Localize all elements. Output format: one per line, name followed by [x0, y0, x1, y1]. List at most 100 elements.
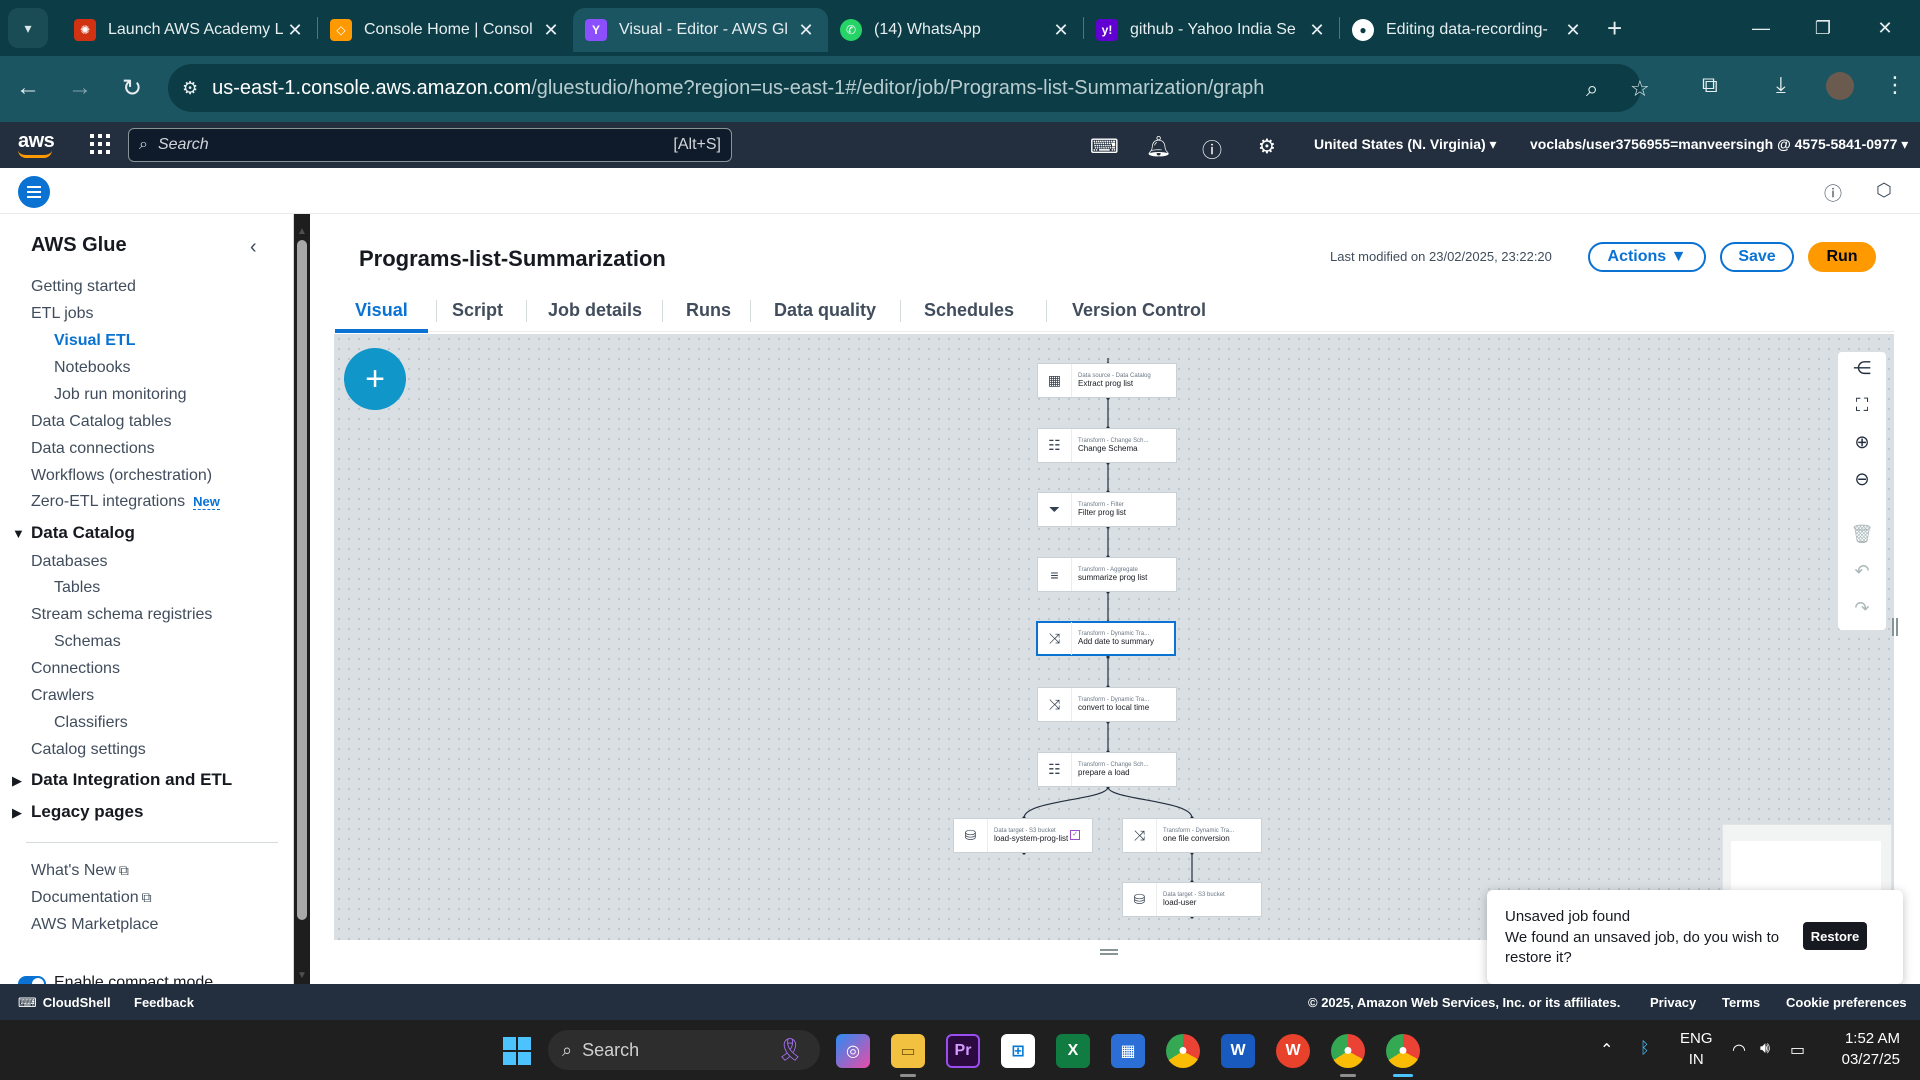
chevron-up-icon[interactable]: ⌃	[1600, 1040, 1613, 1060]
bookmark-star-icon[interactable]: ☆	[1630, 76, 1650, 102]
reload-icon[interactable]: ↻	[112, 68, 152, 108]
tab-job-details[interactable]: Job details	[548, 288, 642, 332]
sidebar-item-connections[interactable]: Connections	[31, 660, 120, 678]
wifi-icon[interactable]: ◠	[1732, 1040, 1746, 1060]
close-icon[interactable]: ✕	[285, 20, 305, 41]
panel-resize-handle[interactable]	[1100, 949, 1118, 955]
language-indicator[interactable]: ENG IN	[1680, 1028, 1713, 1070]
gear-icon[interactable]: ⚙	[1258, 134, 1276, 159]
scroll-up-icon[interactable]: ▲	[296, 226, 308, 237]
sidebar-item-notebooks[interactable]: Notebooks	[54, 359, 131, 377]
wps-icon[interactable]: W	[1276, 1034, 1310, 1068]
premiere-icon[interactable]: Pr	[946, 1034, 980, 1068]
windows-start-icon[interactable]	[500, 1034, 534, 1068]
collapse-chevron-icon[interactable]: ‹	[250, 236, 257, 259]
sidebar-item-visual-etl[interactable]: Visual ETL	[54, 332, 136, 350]
graph-node[interactable]: ⤨ Transform - Dynamic Tra... convert to l…	[1037, 687, 1177, 722]
sidebar-item-job-run-monitoring[interactable]: Job run monitoring	[54, 386, 187, 404]
sidebar-item-schemas[interactable]: Schemas	[54, 633, 121, 651]
sidebar-item-data-catalog-tables[interactable]: Data Catalog tables	[31, 413, 172, 431]
restore-window-icon[interactable]: ❐	[1792, 0, 1854, 56]
copilot-icon[interactable]: ◎	[836, 1034, 870, 1068]
graph-node[interactable]: ▦ Data source - Data Catalog Extract prog…	[1037, 363, 1177, 398]
graph-node[interactable]: ☷ Transform - Change Sch... prepare a loa…	[1037, 752, 1177, 787]
scrollbar-thumb[interactable]	[297, 240, 307, 920]
calendar-icon[interactable]: ▦	[1111, 1034, 1145, 1068]
graph-node[interactable]: ≡ Transform - Aggregate summarize prog li…	[1037, 557, 1177, 592]
sidebar-scrollbar[interactable]: ▲ ▼	[296, 226, 308, 982]
tab-runs[interactable]: Runs	[686, 288, 731, 332]
privacy-link[interactable]: Privacy	[1650, 995, 1696, 1010]
browser-tab-console-home[interactable]: ◇ Console Home | Consol ✕	[318, 8, 573, 52]
save-button[interactable]: Save	[1720, 242, 1794, 272]
bell-icon[interactable]: 🔔︎	[1146, 134, 1171, 159]
run-button[interactable]: Run	[1808, 242, 1876, 272]
sidebar-link-marketplace[interactable]: AWS Marketplace	[31, 916, 158, 934]
section-data-catalog[interactable]: ▼ Data Catalog	[12, 523, 135, 543]
zoom-icon[interactable]: ⌕	[1586, 76, 1598, 102]
browser-tab-github[interactable]: ● Editing data-recording- ✕	[1340, 8, 1595, 52]
sidebar-item-etl-jobs[interactable]: ETL jobs	[31, 305, 94, 323]
sidebar-item-stream-schema[interactable]: Stream schema registries	[31, 606, 212, 624]
cookie-preferences-link[interactable]: Cookie preferences	[1786, 995, 1907, 1010]
chrome-icon[interactable]: ●	[1166, 1034, 1200, 1068]
menu-icon[interactable]	[18, 176, 50, 208]
layout-icon[interactable]: ⋲	[1838, 358, 1886, 379]
close-icon[interactable]: ✕	[1563, 20, 1583, 41]
feedback-link[interactable]: Feedback	[134, 995, 194, 1010]
browser-tab-whatsapp[interactable]: ✆ (14) WhatsApp ✕	[828, 8, 1083, 52]
browser-menu-icon[interactable]: ⋮	[1884, 72, 1906, 98]
close-icon[interactable]: ✕	[1307, 20, 1327, 41]
sidebar-item-zero-etl[interactable]: Zero-ETL integrations New	[31, 493, 220, 511]
sidebar-link-documentation[interactable]: Documentation ⧉	[31, 889, 152, 907]
extensions-icon[interactable]: ⧉	[1702, 72, 1718, 98]
graph-node[interactable]: ⤨ Transform - Dynamic Tra... one file con…	[1122, 818, 1262, 853]
trash-icon[interactable]: 🗑︎	[1838, 524, 1886, 545]
chrome-active-icon[interactable]: ●	[1386, 1034, 1420, 1068]
zoom-in-icon[interactable]: ⊕	[1838, 432, 1886, 453]
actions-button[interactable]: Actions ▼	[1588, 242, 1706, 272]
browser-tab-aws-academy[interactable]: ✺ Launch AWS Academy L ✕	[62, 8, 317, 52]
minimize-icon[interactable]: —	[1730, 0, 1792, 56]
forward-arrow-icon[interactable]: →	[60, 68, 100, 108]
tab-data-quality[interactable]: Data quality	[774, 288, 876, 332]
close-icon[interactable]: ✕	[541, 20, 561, 41]
tab-version-control[interactable]: Version Control	[1072, 288, 1206, 332]
close-window-icon[interactable]: ✕	[1854, 0, 1916, 56]
sidebar-item-data-connections[interactable]: Data connections	[31, 440, 155, 458]
section-data-integration[interactable]: ▶ Data Integration and ETL	[12, 770, 232, 790]
visual-canvas[interactable]: + ▦ Data source - Data Catalog Extract p…	[334, 334, 1894, 944]
system-clock[interactable]: 1:52 AM 03/27/25	[1820, 1028, 1900, 1070]
cloudshell-icon[interactable]: ⌨	[1090, 134, 1119, 159]
graph-node[interactable]: ☷ Transform - Change Sch... Change Schema	[1037, 428, 1177, 463]
close-icon[interactable]: ✕	[1051, 20, 1071, 41]
profile-avatar[interactable]	[1826, 72, 1854, 100]
help-icon[interactable]: ⓘ	[1202, 134, 1222, 163]
download-icon[interactable]: ⤓	[1776, 72, 1786, 98]
back-arrow-icon[interactable]: ←	[8, 68, 48, 108]
sidebar-item-crawlers[interactable]: Crawlers	[31, 687, 94, 705]
sidebar-item-tables[interactable]: Tables	[54, 579, 100, 597]
battery-icon[interactable]: ▭	[1790, 1040, 1805, 1060]
terms-link[interactable]: Terms	[1722, 995, 1760, 1010]
undo-icon[interactable]: ↶	[1838, 561, 1886, 582]
site-info-icon[interactable]: ⚙	[182, 78, 198, 99]
file-explorer-icon[interactable]: ▭	[891, 1034, 925, 1068]
sidebar-item-getting-started[interactable]: Getting started	[31, 278, 136, 296]
taskbar-search[interactable]: ⌕ Search 🎗︎	[548, 1030, 820, 1070]
services-grid-icon[interactable]	[90, 134, 110, 154]
section-legacy-pages[interactable]: ▶ Legacy pages	[12, 802, 143, 822]
store-icon[interactable]: ⊞	[1001, 1034, 1035, 1068]
tab-script[interactable]: Script	[452, 288, 503, 332]
bluetooth-icon[interactable]: ᛒ	[1640, 1040, 1650, 1058]
cloudshell-link[interactable]: ⌨ CloudShell	[18, 995, 111, 1011]
volume-icon[interactable]: 🔊︎	[1760, 1040, 1770, 1058]
aws-search-input[interactable]: ⌕ Search [Alt+S]	[128, 128, 732, 162]
fit-view-icon[interactable]: ⛶	[1838, 395, 1886, 416]
graph-node-selected[interactable]: ⤨ Transform - Dynamic Tra... Add date to …	[1036, 621, 1176, 656]
tab-visual[interactable]: Visual	[335, 288, 428, 333]
sidebar-link-whats-new[interactable]: What's New ⧉	[31, 862, 129, 880]
restore-button[interactable]: Restore	[1803, 922, 1867, 950]
graph-node[interactable]: ⛁ Data target - S3 bucket load-user	[1122, 882, 1262, 917]
graph-node[interactable]: ⏷ Transform - Filter Filter prog list	[1037, 492, 1177, 527]
